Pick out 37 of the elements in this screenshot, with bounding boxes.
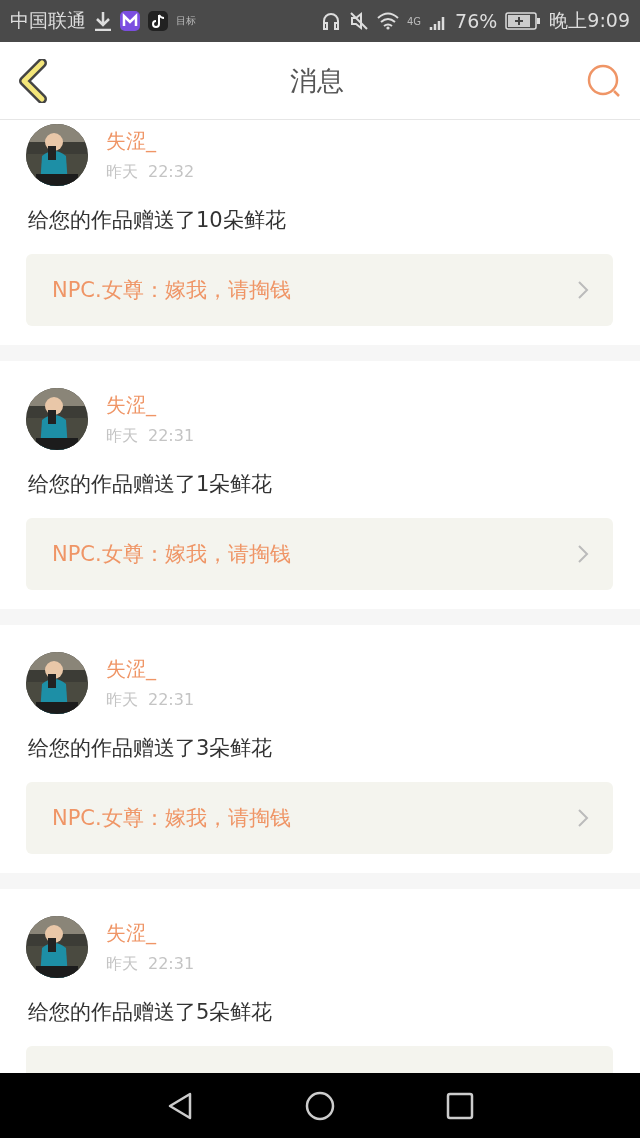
user-name[interactable]: 失涩_ [106, 919, 195, 947]
work-link[interactable]: NPC.女尊：嫁我，请掏钱 [26, 782, 613, 854]
chevron-right-icon [577, 280, 589, 300]
clock-time: 晚上9:09 [549, 8, 630, 33]
work-link[interactable]: NPC.女尊：嫁我，请掏钱 [26, 254, 613, 326]
user-name[interactable]: 失涩_ [106, 127, 195, 155]
message-time: 22:31 [148, 953, 195, 975]
message-date: 昨天 [106, 425, 138, 447]
chevron-right-icon [577, 808, 589, 828]
battery-percent: 76% [455, 10, 498, 32]
message-date: 昨天 [106, 161, 138, 183]
home-icon[interactable] [305, 1090, 335, 1121]
user-name[interactable]: 失涩_ [106, 655, 195, 683]
message-date: 昨天 [106, 953, 138, 975]
network-label: 4G [406, 15, 422, 27]
headset-icon [320, 11, 341, 31]
recents-icon[interactable] [446, 1091, 475, 1120]
battery-icon [505, 12, 542, 30]
app-icon [120, 11, 140, 31]
message-text: 给您的作品赠送了1朵鲜花 [28, 471, 274, 498]
message-time: 22:32 [148, 161, 195, 183]
carrier-name: 中国联通 [10, 8, 86, 33]
chevron-right-icon [577, 544, 589, 564]
message-date: 昨天 [106, 689, 138, 711]
message-text: 给您的作品赠送了5朵鲜花 [28, 999, 274, 1026]
user-name[interactable]: 失涩_ [106, 391, 195, 419]
work-link[interactable]: NPC.女尊：嫁我，请掏钱 [26, 518, 613, 590]
music-note-icon [148, 11, 168, 31]
mute-icon [348, 11, 369, 31]
message-text: 给您的作品赠送了10朵鲜花 [28, 207, 287, 234]
wifi-icon [376, 12, 399, 30]
app-label: 目标 [176, 14, 196, 28]
download-icon [94, 11, 112, 31]
page-title: 消息 [290, 63, 344, 98]
message-time: 22:31 [148, 689, 195, 711]
message-time: 22:31 [148, 425, 195, 447]
message-text: 给您的作品赠送了3朵鲜花 [28, 735, 274, 762]
